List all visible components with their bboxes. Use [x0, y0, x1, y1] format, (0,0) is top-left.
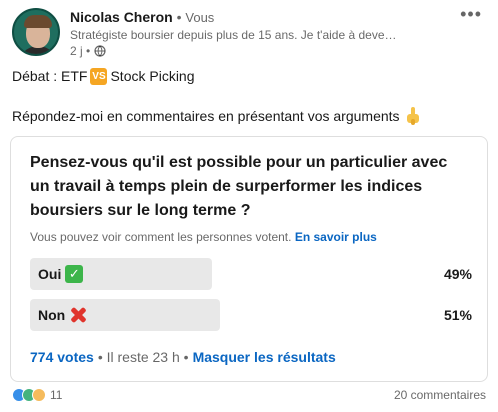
- votes-count-link[interactable]: 774 votes: [30, 347, 94, 367]
- post-header: Nicolas Cheron • Vous Stratégiste boursi…: [12, 5, 488, 60]
- learn-more-link[interactable]: En savoir plus: [295, 230, 377, 244]
- pointing-down-emoji-icon: [406, 107, 419, 125]
- avatar-hair: [24, 15, 52, 28]
- social-counts: 11 20 commentaires: [12, 388, 488, 406]
- globe-icon: [94, 45, 106, 57]
- hide-results-link[interactable]: Masquer les résultats: [193, 347, 336, 367]
- poll-option-label: Oui ✓: [38, 258, 84, 290]
- comments-count[interactable]: 20 commentaires: [394, 388, 486, 402]
- more-options-icon[interactable]: •••: [460, 5, 482, 23]
- poll-option-no[interactable]: Non 51%: [30, 299, 472, 331]
- poll-option-no-text: Non: [38, 307, 66, 323]
- author-relation: Vous: [185, 10, 215, 25]
- post-line-1-end: Stock Picking: [110, 68, 195, 84]
- reactions-count[interactable]: 11: [50, 388, 62, 402]
- poll-option-percent: 49%: [443, 266, 472, 282]
- insightful-reaction-icon: [32, 388, 46, 402]
- post-time-text: 2 j •: [70, 44, 91, 58]
- cross-mark-emoji-icon: [69, 306, 87, 324]
- vs-emoji-icon: VS: [90, 67, 108, 85]
- poll-visibility-notice: Vous pouvez voir comment les personnes v…: [30, 229, 377, 245]
- post-line-1-start: Débat : ETF: [12, 68, 88, 84]
- post-line-1: Débat : ETF VS Stock Picking: [12, 66, 488, 86]
- poll-option-label: Non: [38, 299, 87, 331]
- author-name[interactable]: Nicolas Cheron: [70, 9, 173, 25]
- author-name-line: Nicolas Cheron • Vous: [70, 8, 430, 27]
- poll-notice-text: Vous pouvez voir comment les personnes v…: [30, 230, 292, 244]
- post-body: Débat : ETF VS Stock Picking Répondez-mo…: [12, 66, 488, 126]
- poll-question: Pensez-vous qu'il est possible pour un p…: [30, 154, 448, 219]
- check-mark-emoji-icon: ✓: [65, 265, 84, 283]
- poll-option-yes[interactable]: Oui ✓ 49%: [30, 258, 472, 290]
- poll-option-percent: 51%: [443, 307, 472, 323]
- poll-time-remaining: • Il reste 23 h •: [97, 349, 189, 365]
- avatar[interactable]: [12, 8, 60, 56]
- poll-card: Pensez-vous qu'il est possible pour un p…: [10, 136, 488, 382]
- post-line-2-text: Répondez-moi en commentaires en présenta…: [12, 108, 400, 124]
- author-meta: Nicolas Cheron • Vous Stratégiste boursi…: [70, 8, 430, 59]
- post-time: 2 j •: [70, 43, 430, 59]
- poll-footer: 774 votes • Il reste 23 h • Masquer les …: [30, 347, 336, 367]
- reactions-summary[interactable]: 11: [12, 388, 62, 402]
- post-line-2: Répondez-moi en commentaires en présenta…: [12, 106, 488, 126]
- author-headline: Stratégiste boursier depuis plus de 15 a…: [70, 28, 397, 42]
- poll-option-yes-text: Oui: [38, 266, 62, 282]
- separator: •: [176, 9, 182, 25]
